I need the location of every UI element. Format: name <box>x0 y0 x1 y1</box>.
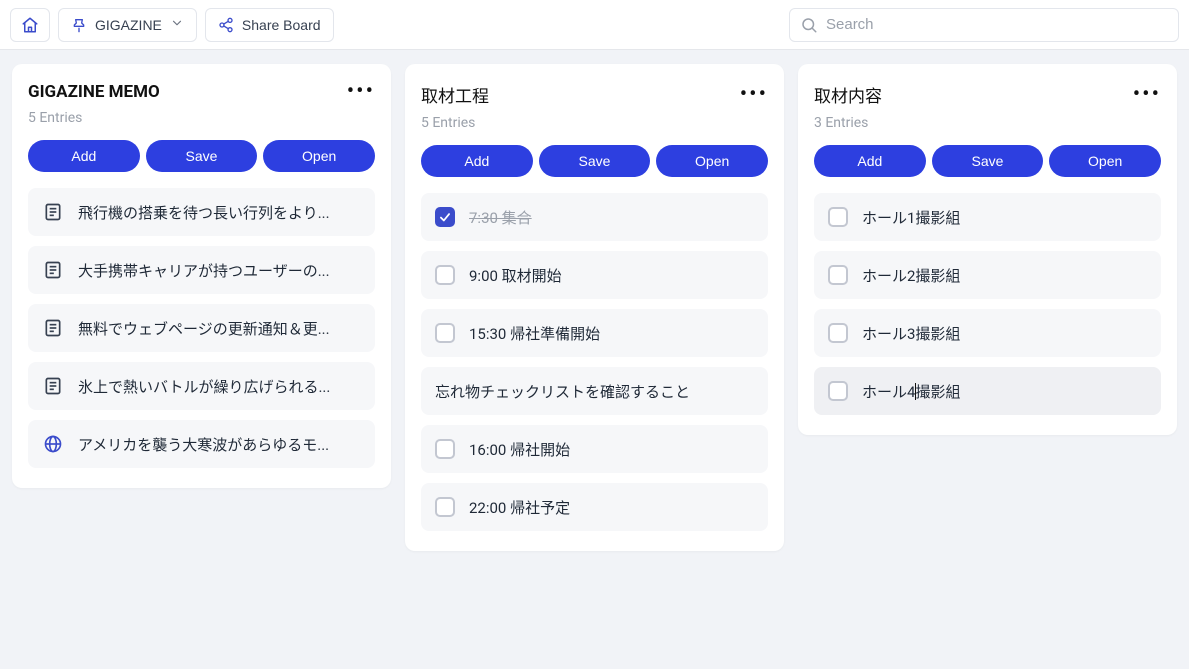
save-button[interactable]: Save <box>932 145 1044 177</box>
share-board-label: Share Board <box>242 17 321 33</box>
editing-suffix: 撮影組 <box>915 381 960 402</box>
chevron-down-icon <box>170 16 184 33</box>
card-gigazine-memo: GIGAZINE MEMO ••• 5 Entries Add Save Ope… <box>12 64 391 488</box>
card-title: GIGAZINE MEMO <box>28 82 160 102</box>
list-item[interactable]: 忘れ物チェックリストを確認すること <box>421 367 768 415</box>
list-item[interactable]: 15:30 帰社準備開始 <box>421 309 768 357</box>
item-text: 氷上で熱いバトルが繰り広げられる... <box>78 376 330 397</box>
list-item[interactable]: 7:30 集合 <box>421 193 768 241</box>
checkbox[interactable] <box>828 207 848 227</box>
item-text: 9:00 取材開始 <box>469 265 562 286</box>
list-item[interactable]: 9:00 取材開始 <box>421 251 768 299</box>
card-title: 取材工程 <box>421 82 489 107</box>
globe-icon <box>42 433 64 455</box>
checkbox[interactable] <box>828 381 848 401</box>
item-text: 15:30 帰社準備開始 <box>469 323 600 344</box>
checkbox[interactable] <box>435 323 455 343</box>
add-button[interactable]: Add <box>814 145 926 177</box>
entries-count: 3 Entries <box>814 115 1161 131</box>
item-text: 無料でウェブページの更新通知＆更... <box>78 318 330 339</box>
page-icon <box>42 375 64 397</box>
item-text: アメリカを襲う大寒波があらゆるモ... <box>78 434 329 455</box>
list-item[interactable]: ホール1撮影組 <box>814 193 1161 241</box>
card-content: 取材内容 ••• 3 Entries Add Save Open ホール1撮影組… <box>798 64 1177 435</box>
open-button[interactable]: Open <box>263 140 375 172</box>
search-input[interactable] <box>826 16 1168 33</box>
page-icon <box>42 259 64 281</box>
checkbox[interactable] <box>435 497 455 517</box>
item-text: ホール1撮影組 <box>862 207 960 228</box>
checkbox[interactable] <box>828 323 848 343</box>
editing-prefix: ホール4 <box>862 381 915 402</box>
open-button[interactable]: Open <box>656 145 768 177</box>
item-text: 7:30 集合 <box>469 207 532 228</box>
add-button[interactable]: Add <box>28 140 140 172</box>
card-title: 取材内容 <box>814 82 882 107</box>
item-text: 飛行機の搭乗を待つ長い行列をより... <box>78 202 330 223</box>
list-item[interactable]: 無料でウェブページの更新通知＆更... <box>28 304 375 352</box>
entries-count: 5 Entries <box>28 110 375 126</box>
home-button[interactable] <box>10 8 50 42</box>
save-button[interactable]: Save <box>539 145 651 177</box>
list-item[interactable]: 氷上で熱いバトルが繰り広げられる... <box>28 362 375 410</box>
board-name-label: GIGAZINE <box>95 17 162 33</box>
search-icon <box>800 16 818 34</box>
item-list: ホール1撮影組 ホール2撮影組 ホール3撮影組 ホール4撮影組 <box>814 193 1161 415</box>
item-text: 大手携帯キャリアが持つユーザーの... <box>78 260 330 281</box>
page-icon <box>42 317 64 339</box>
checkbox[interactable] <box>435 265 455 285</box>
board-menu-button[interactable]: GIGAZINE <box>58 8 197 42</box>
board: GIGAZINE MEMO ••• 5 Entries Add Save Ope… <box>0 50 1189 565</box>
item-text: 16:00 帰社開始 <box>469 439 570 460</box>
entries-count: 5 Entries <box>421 115 768 131</box>
checkbox[interactable] <box>435 207 455 227</box>
list-item[interactable]: 16:00 帰社開始 <box>421 425 768 473</box>
item-text: 忘れ物チェックリストを確認すること <box>435 381 690 402</box>
topbar: GIGAZINE Share Board <box>0 0 1189 50</box>
item-list: 7:30 集合 9:00 取材開始 15:30 帰社準備開始 忘れ物チェックリス… <box>421 193 768 531</box>
home-icon <box>21 16 39 34</box>
list-item[interactable]: 大手携帯キャリアが持つユーザーの... <box>28 246 375 294</box>
card-menu-button[interactable]: ••• <box>347 87 375 97</box>
open-button[interactable]: Open <box>1049 145 1161 177</box>
save-button[interactable]: Save <box>146 140 258 172</box>
pin-icon <box>71 17 87 33</box>
checkbox[interactable] <box>435 439 455 459</box>
card-menu-button[interactable]: ••• <box>740 90 768 100</box>
add-button[interactable]: Add <box>421 145 533 177</box>
share-icon <box>218 17 234 33</box>
item-text: ホール3撮影組 <box>862 323 960 344</box>
share-board-button[interactable]: Share Board <box>205 8 334 42</box>
item-list: 飛行機の搭乗を待つ長い行列をより... 大手携帯キャリアが持つユーザーの... … <box>28 188 375 468</box>
item-text: ホール2撮影組 <box>862 265 960 286</box>
page-icon <box>42 201 64 223</box>
list-item[interactable]: ホール2撮影組 <box>814 251 1161 299</box>
search-box[interactable] <box>789 8 1179 42</box>
list-item[interactable]: 22:00 帰社予定 <box>421 483 768 531</box>
list-item-editing[interactable]: ホール4撮影組 <box>814 367 1161 415</box>
list-item[interactable]: アメリカを襲う大寒波があらゆるモ... <box>28 420 375 468</box>
card-process: 取材工程 ••• 5 Entries Add Save Open 7:30 集合… <box>405 64 784 551</box>
list-item[interactable]: 飛行機の搭乗を待つ長い行列をより... <box>28 188 375 236</box>
checkbox[interactable] <box>828 265 848 285</box>
card-menu-button[interactable]: ••• <box>1133 90 1161 100</box>
item-text: 22:00 帰社予定 <box>469 497 570 518</box>
list-item[interactable]: ホール3撮影組 <box>814 309 1161 357</box>
